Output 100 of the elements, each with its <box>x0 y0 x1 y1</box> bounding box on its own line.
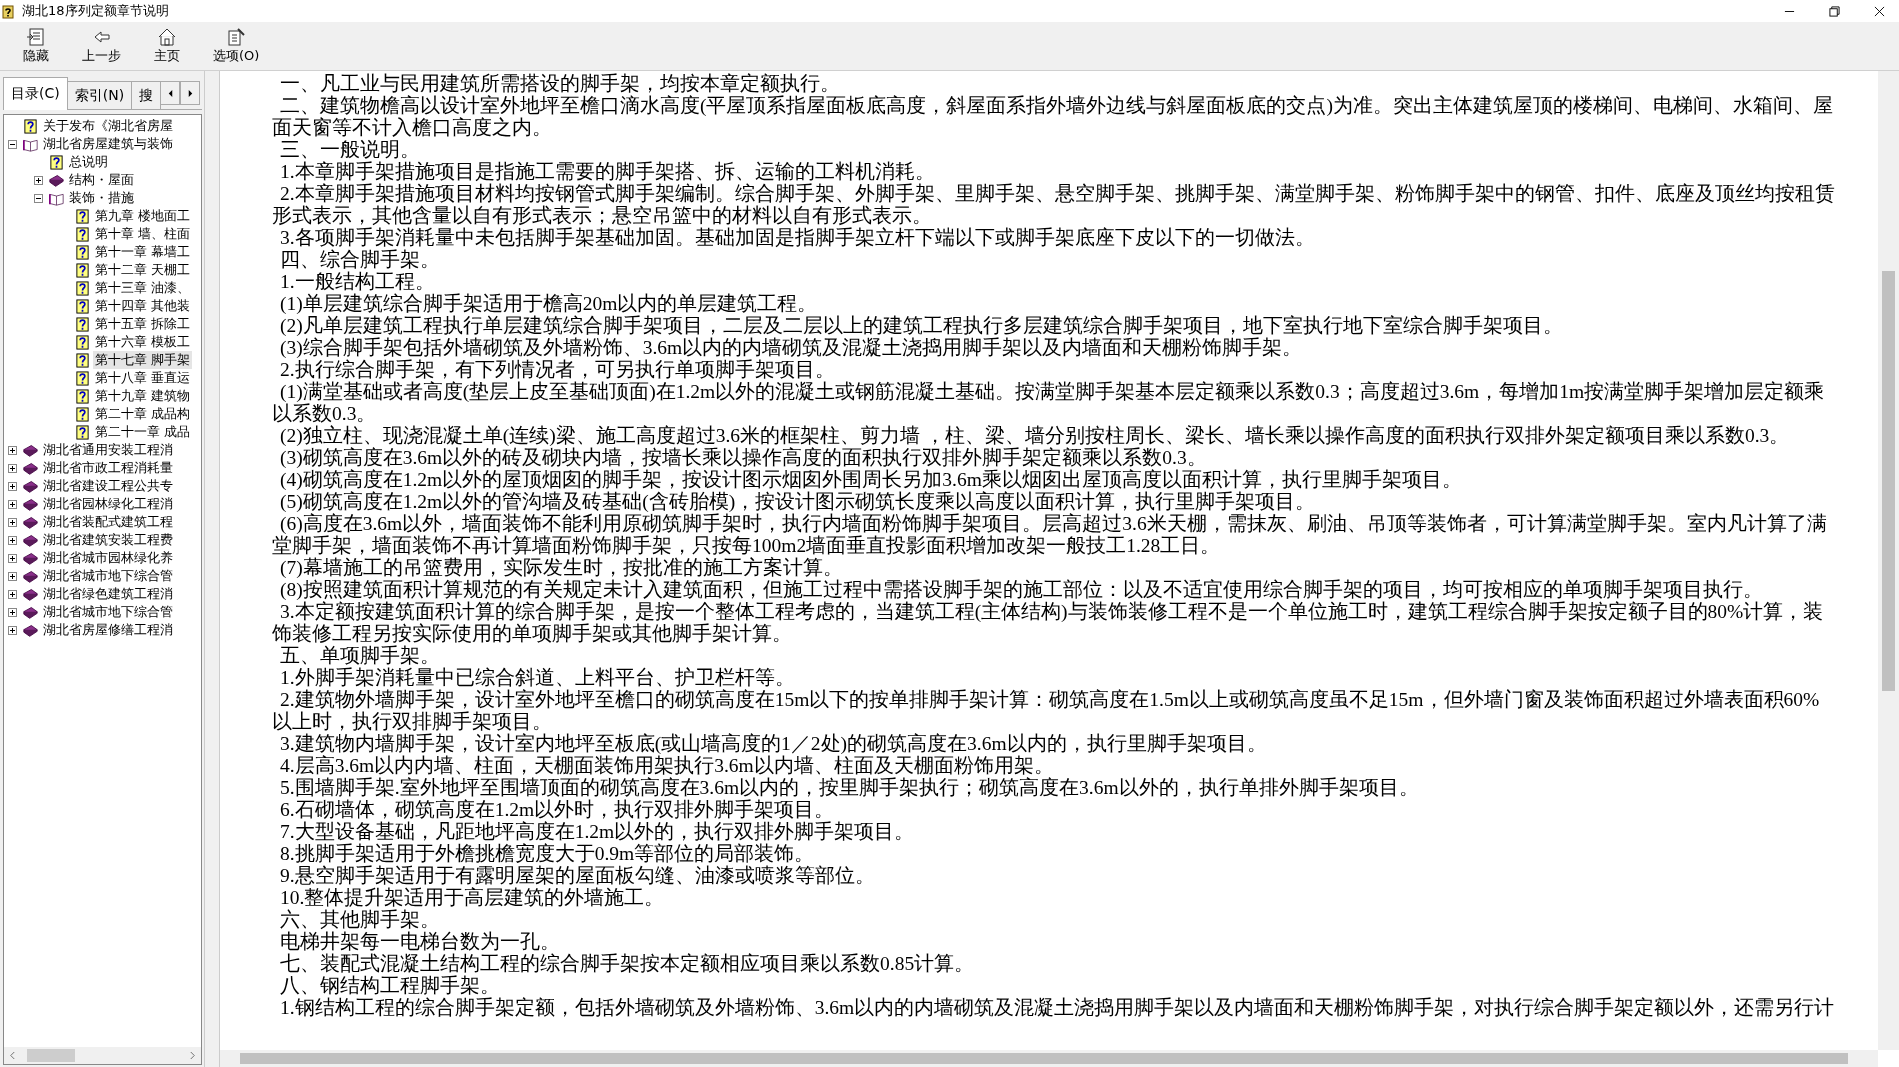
tree-item[interactable]: 湖北省城市地下综合管 <box>41 603 175 621</box>
tree-item[interactable]: 结构・屋面 <box>67 171 136 189</box>
tree-item[interactable]: 湖北省城市地下综合管 <box>41 567 175 585</box>
tree-item[interactable]: 湖北省装配式建筑工程 <box>41 513 175 531</box>
expand-icon[interactable] <box>8 481 17 491</box>
text-paragraph: 2.建筑物外墙脚手架，设计室外地坪至檐口的砌筑高度在15m以下的按单排脚手架计算：砌筑高度在1.5m以上或砌筑高度虽不足15m，但外墙门窗及装饰面积超过外墙表面积60%以上时，执行双排脚手架项目。 <box>272 689 1821 733</box>
help-page-icon <box>75 298 90 314</box>
text-paragraph: 五、单项脚手架。 <box>279 645 441 667</box>
text-paragraph: (5)砌筑高度在1.2m以外的管沟墙及砖基础(含砖胎模)，按设计图示砌筑长度乘以高度以面积计算，执行里脚手架项目。 <box>279 491 1317 513</box>
expand-icon[interactable] <box>8 625 17 635</box>
tree-item[interactable]: 湖北省建设工程公共专 <box>41 477 175 495</box>
tree-item[interactable]: 装饰・措施 <box>67 189 136 207</box>
text-paragraph: 七、装配式混凝土结构工程的综合脚手架按本定额相应项目乘以系数0.85计算。 <box>279 953 976 975</box>
tree-item[interactable]: 湖北省房屋修缮工程消 <box>41 621 175 639</box>
hide-pane-icon <box>26 27 46 47</box>
help-page-icon <box>75 406 90 422</box>
closed-book-icon <box>23 478 38 494</box>
expand-icon[interactable] <box>8 535 17 545</box>
tree-item[interactable]: 第十章 墙、柱面 <box>93 225 193 243</box>
text-paragraph: 六、其他脚手架。 <box>279 909 441 931</box>
tree-item[interactable]: 关于发布《湖北省房屋 <box>41 117 175 135</box>
expand-icon[interactable] <box>8 499 17 509</box>
tree-item[interactable]: 第十三章 油漆、 <box>93 279 193 297</box>
tree-item[interactable]: 湖北省通用安装工程消 <box>41 441 175 459</box>
tree-item[interactable]: 第十六章 模板工 <box>93 333 193 351</box>
help-page-icon <box>75 334 90 350</box>
tree-item[interactable]: 第十五章 拆除工 <box>93 315 193 333</box>
text-paragraph: 3.建筑物内墙脚手架，设计室内地坪至板底(或山墙高度的1／2处)的砌筑高度在3.6m以内的，执行里脚手架项目。 <box>279 733 1268 755</box>
vertical-scrollbar[interactable] <box>1878 71 1899 1050</box>
text-paragraph: 三、一般说明。 <box>279 139 421 161</box>
text-paragraph: 电梯井架每一电梯台数为一孔。 <box>279 931 561 953</box>
tree-item[interactable]: 湖北省园林绿化工程消 <box>41 495 175 513</box>
text-paragraph: 二、建筑物檐高以设计室外地坪至檐口滴水高度(平屋顶系指屋面板底高度，斜屋面系指外墙外边线与斜屋面板底的交点)为准。突出主体建筑屋顶的楼梯间、电梯间、水箱间、屋面天窗等不计入檐口高度之内。 <box>272 95 1834 139</box>
tree-item[interactable]: 第十七章 脚手架 <box>93 351 193 369</box>
collapse-icon[interactable] <box>34 193 43 203</box>
closed-book-icon <box>23 622 38 638</box>
help-page-icon <box>75 226 90 242</box>
text-paragraph: 2.本章脚手架措施项目材料均按钢管式脚手架编制。综合脚手架、外脚手架、里脚手架、悬空脚手架、挑脚手架、满堂脚手架、粉饰脚手架中的钢管、扣件、底座及顶丝均按租赁形式表示，其他含量以自有形式表示；悬空吊篮中的材料以自有形式表示。 <box>272 183 1836 227</box>
text-paragraph: (2)凡单层建筑工程执行单层建筑综合脚手架项目，二层及二层以上的建筑工程执行多层建筑综合脚手架项目，地下室执行地下室综合脚手架项目。 <box>279 315 1564 337</box>
tree-item[interactable]: 总说明 <box>67 153 110 171</box>
tree-item[interactable]: 第二十一章 成品 <box>93 423 193 441</box>
closed-book-icon <box>23 460 38 476</box>
closed-book-icon <box>23 514 38 530</box>
tree-item[interactable]: 第十二章 天棚工 <box>93 261 193 279</box>
nav-tab[interactable]: 目录(C) <box>3 77 68 110</box>
collapse-icon[interactable] <box>8 139 17 149</box>
text-paragraph: 四、综合脚手架。 <box>279 249 441 271</box>
tree-item[interactable]: 湖北省建筑安装工程费 <box>41 531 175 549</box>
text-paragraph: 8.挑脚手架适用于外檐挑檐宽度大于0.9m等部位的局部装饰。 <box>279 843 816 865</box>
help-page-icon <box>75 280 90 296</box>
tree-item[interactable]: 湖北省城市园林绿化养 <box>41 549 175 567</box>
expand-icon[interactable] <box>8 571 17 581</box>
tree-item[interactable]: 第十九章 建筑物 <box>93 387 193 405</box>
closed-book-icon <box>23 586 38 602</box>
close-icon[interactable] <box>1874 5 1885 17</box>
text-paragraph: (8)按照建筑面积计算规范的有关规定未计入建筑面积，但施工过程中需搭设脚手架的施工部位：以及不适宜使用综合脚手架的项目，均可按相应的单项脚手架项目执行。 <box>279 579 1764 601</box>
text-paragraph: 一、凡工业与民用建筑所需搭设的脚手架，均按本章定额执行。 <box>279 73 841 95</box>
help-page-icon <box>75 424 90 440</box>
text-paragraph: (3)砌筑高度在3.6m以外的砖及砌块内墙，按墙长乘以操作高度的面积执行双排外脚手架定额乘以系数0.3。 <box>279 447 1208 469</box>
text-paragraph: 1.外脚手架消耗量中已综合斜道、上料平台、护卫栏杆等。 <box>279 667 796 689</box>
text-paragraph: 3.各项脚手架消耗量中未包括脚手架基础加固。基础加固是指脚手架立杆下端以下或脚手架底座下皮以下的一切做法。 <box>279 227 1316 249</box>
help-page-icon <box>49 154 64 170</box>
window-title: 湖北18序列定额章节说明 <box>22 2 170 20</box>
expand-icon[interactable] <box>8 517 17 527</box>
left-arrow-icon <box>166 88 174 98</box>
tree-item[interactable]: 湖北省绿色建筑工程消 <box>41 585 175 603</box>
expand-icon[interactable] <box>8 445 17 455</box>
text-paragraph: (1)满堂基础或者高度(垫层上皮至基础顶面)在1.2m以外的混凝土或钢筋混凝土基础。按满堂脚手架基本层定额乘以系数0.3；高度超过3.6m，每增加1m按满堂脚手架增加层定额乘以系数0.3。 <box>272 381 1826 425</box>
tree-item[interactable]: 第九章 楼地面工 <box>93 207 193 225</box>
nav-tab[interactable]: 搜 <box>131 81 162 109</box>
tree-item[interactable]: 第十四章 其他装 <box>93 297 193 315</box>
help-page-icon <box>75 352 90 368</box>
tree-item[interactable]: 湖北省房屋建筑与装饰 <box>41 135 175 153</box>
scroll-left-icon[interactable] <box>9 1051 16 1060</box>
tree-item[interactable]: 第二十章 成品构 <box>93 405 193 423</box>
closed-book-icon <box>23 532 38 548</box>
help-page-icon <box>75 262 90 278</box>
right-arrow-icon <box>186 88 194 98</box>
text-paragraph: (1)单层建筑综合脚手架适用于檐高20m以内的单层建筑工程。 <box>279 293 819 315</box>
expand-icon[interactable] <box>8 607 17 617</box>
text-paragraph: (6)高度在3.6m以外，墙面装饰不能利用原砌筑脚手架时，执行内墙面粉饰脚手架项目。层高超过3.6米天棚，需抹灰、刷油、吊顶等装饰者，可计算满堂脚手架。室内凡计算了满堂脚手架，墙面装饰不再计算墙面粉饰脚手架，只按每100m2墙面垂直投影面积增加改架一般技工1.28工日。 <box>272 513 1828 557</box>
expand-icon[interactable] <box>8 589 17 599</box>
toolbar-button[interactable]: 上一步 <box>72 22 131 70</box>
expand-icon[interactable] <box>34 175 43 185</box>
tree-item[interactable]: 第十一章 幕墙工 <box>93 243 193 261</box>
tree-item[interactable]: 湖北省市政工程消耗量 <box>41 459 175 477</box>
text-paragraph: (4)砌筑高度在1.2m以外的屋顶烟囱的脚手架，按设计图示烟囱外围周长另加3.6m乘以烟囱出屋顶高度以面积计算，执行里脚手架项目。 <box>279 469 1463 491</box>
horizontal-scrollbar[interactable] <box>220 1050 1878 1067</box>
tree-item[interactable]: 第十八章 垂直运 <box>93 369 193 387</box>
toolbar-button[interactable]: 主页 <box>139 22 195 70</box>
closed-book-icon <box>23 496 38 512</box>
horizontal-scrollbar[interactable] <box>4 1047 201 1064</box>
restore-icon[interactable] <box>1829 5 1840 17</box>
toolbar-button[interactable]: 选项(O) <box>203 22 270 70</box>
scroll-right-icon[interactable] <box>189 1051 196 1060</box>
expand-icon[interactable] <box>8 553 17 563</box>
text-paragraph: 9.悬空脚手架适用于有露明屋架的屋面板勾缝、油漆或喷浆等部位。 <box>279 865 876 887</box>
expand-icon[interactable] <box>8 463 17 473</box>
toolbar-button[interactable]: 隐藏 <box>8 22 64 70</box>
closed-book-icon <box>23 568 38 584</box>
